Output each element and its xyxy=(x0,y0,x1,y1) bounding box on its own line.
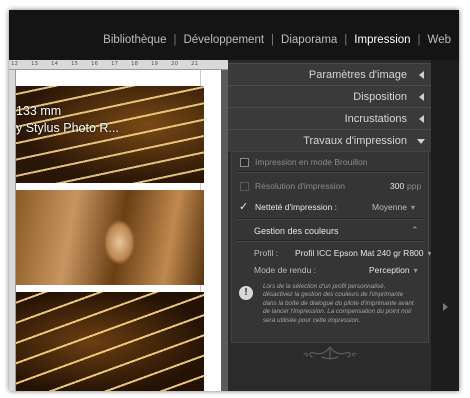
ruler-tick: 13 xyxy=(31,61,38,67)
ruler-tick: 19 xyxy=(151,61,158,67)
module-picker: Bibliothèque | Développement | Diaporama… xyxy=(9,10,459,60)
ruler-tick: 16 xyxy=(91,61,98,67)
printer-name-text: y Stylus Photo R... xyxy=(16,121,119,135)
chevron-down-icon: ▾ xyxy=(410,203,415,212)
ruler-tick: 15 xyxy=(71,61,78,67)
rendering-intent-label: Mode de rendu : xyxy=(254,265,316,275)
ruler-tick: 17 xyxy=(111,61,118,67)
resolution-unit: ppp xyxy=(407,181,422,191)
ruler-tick: 18 xyxy=(131,61,138,67)
collapsed-triangle-icon[interactable] xyxy=(419,71,424,79)
ruler-tick: 20 xyxy=(171,61,178,67)
panel-end-ornament-icon xyxy=(303,346,357,360)
rendering-intent-dropdown[interactable]: Perception ▾ xyxy=(369,265,418,275)
resolution-label: Résolution d'impression xyxy=(255,181,345,191)
photo-cell-3[interactable] xyxy=(16,292,204,391)
divider xyxy=(236,240,424,242)
sharpening-value: Moyenne xyxy=(372,202,407,212)
module-print[interactable]: Impression xyxy=(354,34,410,46)
print-job-body: Impression en mode Brouillon Résolution … xyxy=(231,151,432,343)
right-panel: Paramètres d'image Disposition Incrustat… xyxy=(228,60,432,391)
info-icon: ! xyxy=(239,286,253,300)
right-edge-strip xyxy=(431,60,459,391)
module-separator: | xyxy=(344,34,348,46)
module-separator: | xyxy=(173,34,177,46)
section-title: Incrustations xyxy=(344,113,407,125)
print-preview: 12 13 14 15 16 17 18 19 20 21 133 mm y S… xyxy=(9,60,228,391)
page-info-overlay: 133 mm y Stylus Photo R... xyxy=(16,103,119,137)
section-overlays[interactable]: Incrustations xyxy=(228,107,431,131)
color-management-title: Gestion des couleurs xyxy=(254,226,339,236)
color-management-note: Lors de la sélection d'un profil personn… xyxy=(263,283,414,324)
module-develop[interactable]: Développement xyxy=(183,34,264,46)
section-image-settings[interactable]: Paramètres d'image xyxy=(228,63,431,87)
profile-dropdown[interactable]: Profil ICC Epson Mat 240 gr R800 ▾ xyxy=(295,248,432,258)
module-web[interactable]: Web xyxy=(428,34,451,46)
divider xyxy=(236,171,424,173)
module-list: Bibliothèque | Développement | Diaporama… xyxy=(103,34,451,46)
section-print-job[interactable]: Travaux d'impression xyxy=(228,129,431,153)
page-size-text: 133 mm xyxy=(16,104,62,118)
module-library[interactable]: Bibliothèque xyxy=(103,34,166,46)
lightroom-window: Bibliothèque | Développement | Diaporama… xyxy=(9,10,459,391)
resolution-value[interactable]: 300 xyxy=(390,181,404,191)
chevron-down-icon: ▾ xyxy=(413,266,418,275)
rendering-intent-value: Perception xyxy=(369,265,410,275)
module-separator: | xyxy=(417,34,421,46)
collapsed-triangle-icon[interactable] xyxy=(419,115,424,123)
top-ruler: 12 13 14 15 16 17 18 19 20 21 xyxy=(9,60,228,70)
sharpening-checkmark-icon[interactable]: ✓ xyxy=(239,200,248,213)
resolution-checkbox[interactable] xyxy=(240,182,249,191)
left-ruler xyxy=(9,70,16,391)
sharpening-label: Netteté d'impression : xyxy=(255,202,337,212)
draft-mode-checkbox[interactable] xyxy=(240,158,249,167)
draft-mode-label: Impression en mode Brouillon xyxy=(255,157,368,167)
photo-cell-2[interactable] xyxy=(16,190,204,285)
ruler-tick: 12 xyxy=(11,61,18,67)
profile-value: Profil ICC Epson Mat 240 gr R800 xyxy=(295,248,424,258)
profile-label: Profil : xyxy=(254,248,279,258)
module-slideshow[interactable]: Diaporama xyxy=(281,34,337,46)
section-title: Travaux d'impression xyxy=(303,135,407,147)
double-chevron-up-icon[interactable]: ⌃ xyxy=(411,225,419,236)
collapsed-triangle-icon[interactable] xyxy=(419,93,424,101)
divider xyxy=(236,218,424,220)
sharpening-dropdown[interactable]: Moyenne ▾ xyxy=(372,202,415,212)
section-layout[interactable]: Disposition xyxy=(228,85,431,109)
ruler-tick: 14 xyxy=(51,61,58,67)
expand-panel-arrow-icon[interactable] xyxy=(443,303,448,311)
ruler-tick: 21 xyxy=(191,61,198,67)
section-title: Disposition xyxy=(353,91,407,103)
section-title: Paramètres d'image xyxy=(308,69,407,81)
expanded-triangle-icon[interactable] xyxy=(417,139,425,144)
module-separator: | xyxy=(271,34,275,46)
